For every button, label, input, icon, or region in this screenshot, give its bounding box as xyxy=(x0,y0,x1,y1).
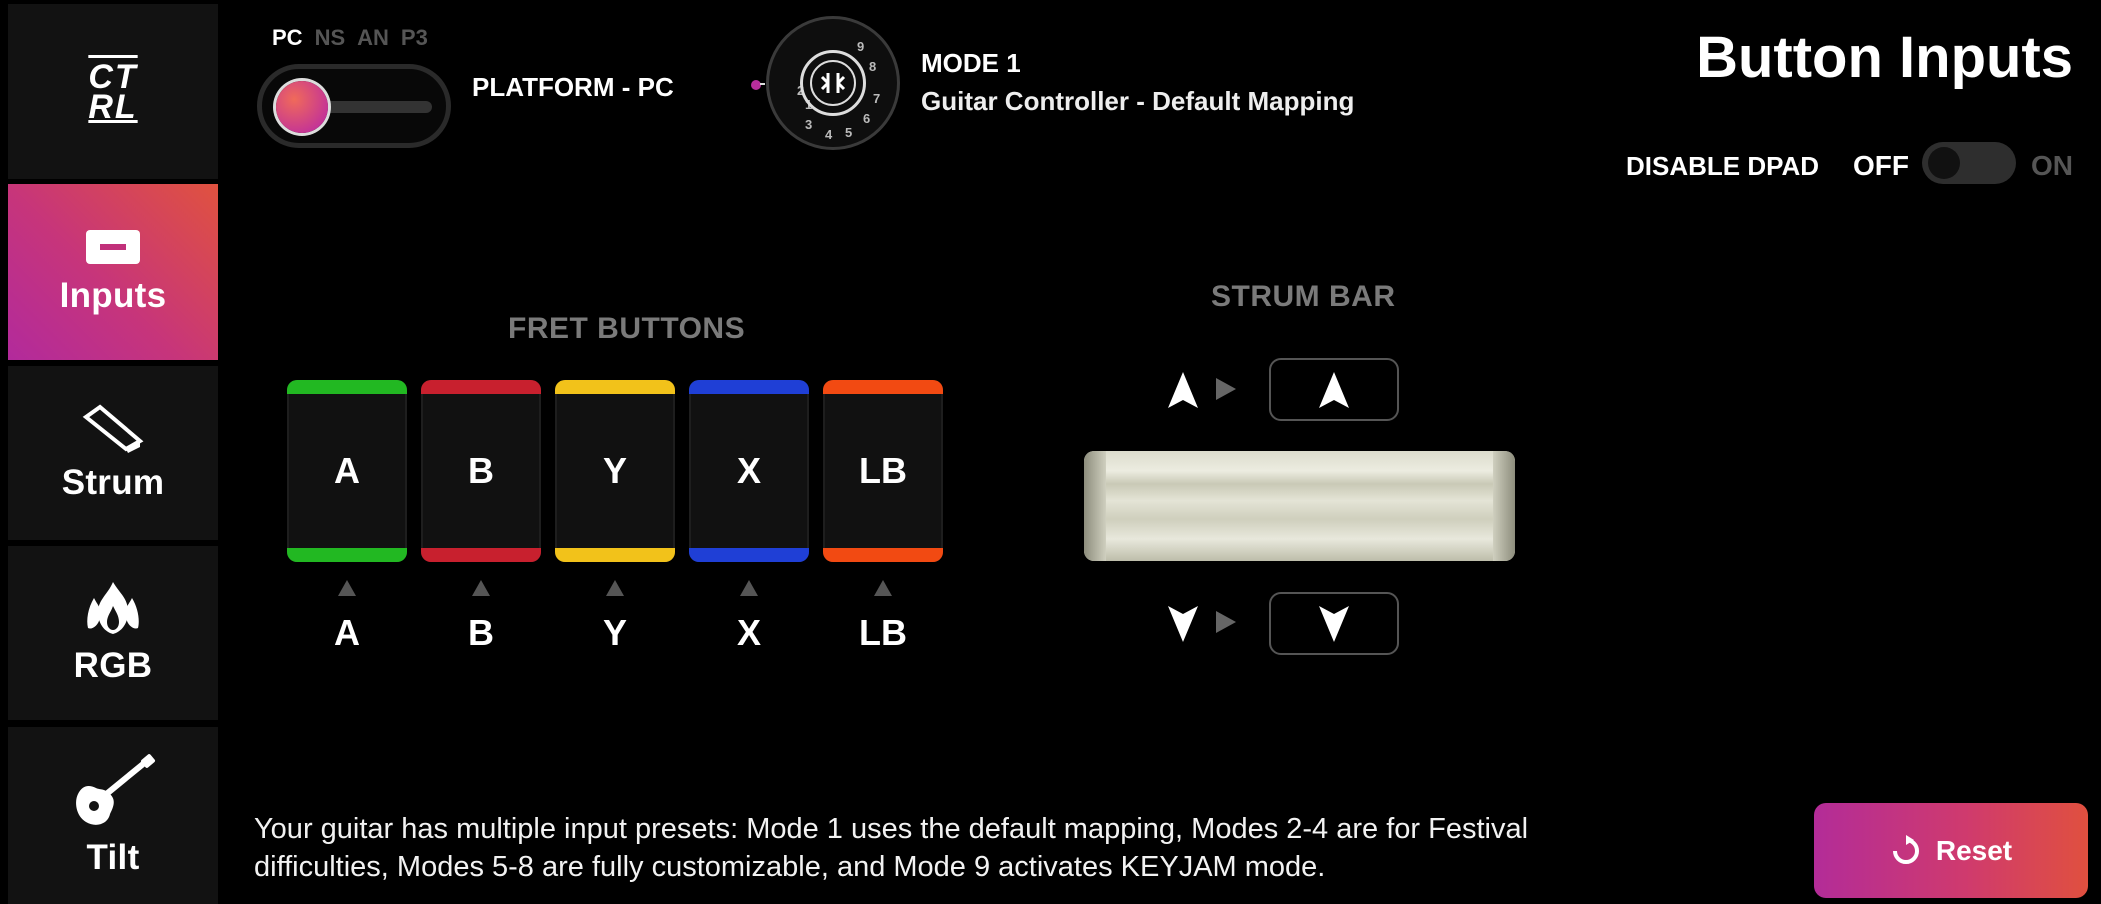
reset-label: Reset xyxy=(1935,834,2013,866)
platform-tab-pc[interactable]: PC xyxy=(272,25,303,51)
sidebar-item-label: Tilt xyxy=(86,837,140,877)
fret-mapping-red[interactable]: B xyxy=(421,612,541,654)
guitar-icon xyxy=(76,753,155,825)
fret-button-orange[interactable]: LB xyxy=(823,380,943,562)
sidebar-item-label: Strum xyxy=(61,463,165,502)
platform-tabs: PC NS AN P3 xyxy=(272,25,428,51)
fret-mapping-yellow[interactable]: Y xyxy=(555,612,675,654)
strum-down-mapping[interactable] xyxy=(1269,592,1399,655)
mode-title: MODE 1 xyxy=(921,48,1021,78)
arrow-down-icon xyxy=(1319,605,1349,642)
mapping-arrow-icon xyxy=(740,580,758,596)
sidebar-item-label: RGB xyxy=(73,646,153,685)
platform-tab-ns[interactable]: NS xyxy=(315,25,346,51)
sidebar-item-label: Inputs xyxy=(59,276,167,315)
dpad-off-label: OFF xyxy=(1853,150,1909,181)
mode-subtitle: Guitar Controller - Default Mapping xyxy=(921,86,1355,116)
logo-tile: CT RL xyxy=(8,4,218,179)
fret-button-yellow[interactable]: Y xyxy=(555,380,675,562)
fret-button-label: X xyxy=(736,450,761,491)
fret-mapping-green[interactable]: A xyxy=(287,612,407,654)
strum-icon xyxy=(82,404,144,453)
fret-button-green[interactable]: A xyxy=(287,380,407,562)
fret-mapping-blue[interactable]: X xyxy=(689,612,809,654)
platform-tab-p3[interactable]: P3 xyxy=(401,25,428,51)
reset-icon xyxy=(1892,834,1919,864)
disable-dpad-toggle[interactable] xyxy=(1922,142,2016,184)
sidebar-item-strum[interactable]: Strum xyxy=(8,366,218,540)
arrow-up-icon xyxy=(1319,371,1349,408)
platform-switch[interactable] xyxy=(257,64,451,148)
strum-up-arrow-icon xyxy=(1216,378,1236,400)
strum-up-icon xyxy=(1168,372,1198,408)
platform-label: PLATFORM - PC xyxy=(472,72,674,102)
fret-button-blue[interactable]: X xyxy=(689,380,809,562)
sidebar: CT RL Inputs Strum RGB Tilt xyxy=(0,0,224,904)
disable-dpad-label: DISABLE DPAD xyxy=(1626,151,1820,181)
fret-buttons-title: FRET BUTTONS xyxy=(508,312,746,345)
sidebar-item-tilt[interactable]: Tilt xyxy=(8,727,218,904)
mapping-arrow-icon xyxy=(472,580,490,596)
inputs-icon xyxy=(86,230,140,264)
mode-dial-knob xyxy=(800,50,866,116)
mode-dial[interactable]: 1 2 3 4 5 6 7 8 9 xyxy=(766,16,900,150)
sidebar-item-inputs[interactable]: Inputs xyxy=(8,184,218,360)
mapping-arrow-icon xyxy=(874,580,892,596)
reset-button[interactable]: Reset xyxy=(1814,803,2088,898)
mapping-arrow-icon xyxy=(606,580,624,596)
dpad-on-label: ON xyxy=(2031,150,2073,181)
fret-button-label: LB xyxy=(859,450,907,491)
fret-mapping-orange[interactable]: LB xyxy=(823,612,943,654)
strum-bar[interactable] xyxy=(1084,451,1515,561)
fret-button-label: Y xyxy=(602,450,627,491)
sidebar-item-rgb[interactable]: RGB xyxy=(8,546,218,720)
strum-down-arrow-icon xyxy=(1216,611,1236,633)
disable-dpad-toggle-knob xyxy=(1928,147,1960,179)
platform-tab-an[interactable]: AN xyxy=(357,25,389,51)
fret-button-label: A xyxy=(334,450,360,491)
flame-icon xyxy=(87,582,139,634)
strum-up-mapping[interactable] xyxy=(1269,358,1399,421)
fret-button-red[interactable]: B xyxy=(421,380,541,562)
ctrl-logo: CT RL xyxy=(88,57,138,126)
help-text: Your guitar has multiple input presets: … xyxy=(254,813,1529,883)
platform-switch-knob[interactable] xyxy=(276,81,328,133)
fret-button-label: B xyxy=(468,450,494,491)
mapping-arrow-icon xyxy=(338,580,356,596)
strum-bar-title: STRUM BAR xyxy=(1211,280,1396,313)
brand-logo-icon xyxy=(810,60,856,106)
strum-down-icon xyxy=(1168,606,1198,642)
platform-switch-track xyxy=(317,101,432,113)
page-title: Button Inputs xyxy=(1696,25,2073,90)
